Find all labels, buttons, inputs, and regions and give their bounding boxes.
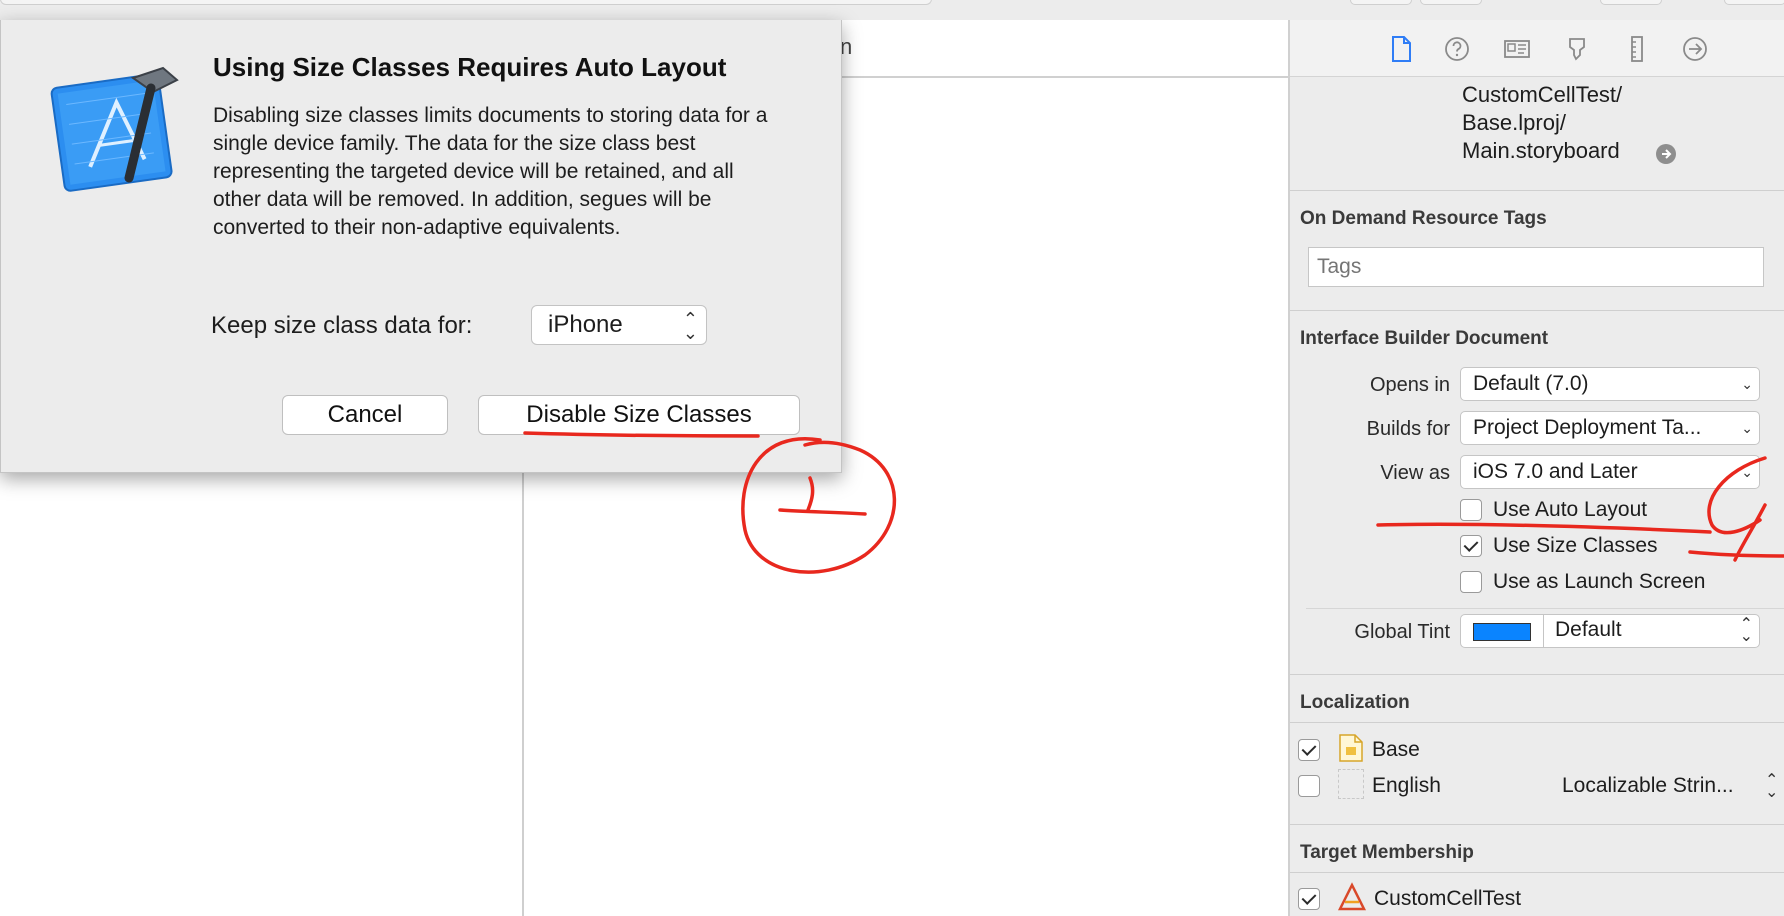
toolbar-segment[interactable]	[1724, 0, 1784, 5]
opens-in-popup[interactable]: Default (7.0) ⌄	[1460, 367, 1760, 401]
reveal-in-finder-icon[interactable]	[1655, 143, 1677, 165]
use-auto-layout-label: Use Auto Layout	[1493, 498, 1648, 521]
global-tint-value: Default	[1555, 618, 1622, 641]
toolbar-right	[1290, 0, 1784, 20]
empty-file-icon	[1338, 769, 1364, 799]
tint-divider	[1543, 615, 1544, 647]
device-family-value: iPhone	[548, 311, 623, 338]
localization-title: Localization	[1300, 692, 1410, 713]
editor-divider	[522, 470, 524, 916]
separator	[1290, 674, 1784, 675]
tint-color-swatch[interactable]	[1473, 623, 1531, 641]
full-path-line: CustomCellTest/	[1462, 82, 1623, 107]
identity-icon[interactable]	[1502, 34, 1532, 64]
help-icon[interactable]	[1442, 34, 1472, 64]
target-item-label: CustomCellTest	[1374, 887, 1522, 910]
full-path-line: Base.lproj/	[1462, 110, 1566, 135]
file-icon[interactable]	[1386, 34, 1416, 64]
localization-base-checkbox[interactable]	[1298, 739, 1320, 761]
disable-size-classes-button[interactable]: Disable Size Classes	[478, 395, 800, 435]
file-inspector: CustomCellTest/ Base.lproj/ Main.storybo…	[1290, 20, 1784, 916]
target-membership-title: Target Membership	[1300, 842, 1474, 863]
toolbar-segment[interactable]	[1350, 0, 1412, 5]
view-as-label: View as	[1380, 462, 1450, 484]
ib-document-title: Interface Builder Document	[1300, 328, 1549, 349]
editor-jump-bar: n	[840, 20, 1288, 78]
cancel-button[interactable]: Cancel	[282, 395, 448, 435]
chevron-down-icon: ⌄	[1741, 464, 1753, 480]
opens-in-value: Default (7.0)	[1473, 372, 1589, 395]
target-membership-checkbox[interactable]	[1298, 888, 1320, 910]
separator	[1290, 722, 1784, 723]
device-family-popup[interactable]: iPhone ⌃ ⌄	[531, 305, 707, 345]
chevron-down-icon: ⌄	[1741, 376, 1753, 392]
builds-for-popup[interactable]: Project Deployment Ta... ⌄	[1460, 411, 1760, 445]
global-tint-control[interactable]: Default ⌃ ⌄	[1460, 614, 1760, 648]
use-as-launch-screen-checkbox[interactable]	[1460, 571, 1482, 593]
toolbar-segment[interactable]	[1600, 0, 1662, 5]
alert-message: Disabling size classes limits documents …	[213, 104, 768, 239]
connections-icon[interactable]	[1680, 34, 1710, 64]
app-target-icon	[1337, 882, 1367, 911]
separator	[1290, 190, 1784, 191]
use-size-classes-checkbox[interactable]	[1460, 535, 1482, 557]
chevron-updown-icon: ⌃ ⌄	[1765, 772, 1779, 801]
separator	[1290, 872, 1784, 873]
storyboard-file-icon	[1339, 734, 1363, 762]
full-path-line: Main.storyboard	[1462, 138, 1620, 163]
toolbar-field	[0, 0, 932, 5]
chevron-updown-icon: ⌃ ⌄	[682, 309, 698, 343]
chevron-updown-icon: ⌃ ⌄	[1739, 616, 1753, 645]
global-tint-label: Global Tint	[1354, 621, 1450, 643]
localization-type-popup[interactable]: Localizable Strin...	[1562, 774, 1762, 798]
separator	[1290, 824, 1784, 825]
alert-title: Using Size Classes Requires Auto Layout	[213, 52, 727, 82]
builds-for-value: Project Deployment Ta...	[1473, 416, 1702, 439]
tags-input[interactable]	[1308, 247, 1764, 287]
keep-data-label: Keep size class data for:	[211, 312, 473, 339]
view-as-popup[interactable]: iOS 7.0 and Later ⌄	[1460, 455, 1760, 489]
inspector-tabs	[1290, 20, 1784, 77]
on-demand-title: On Demand Resource Tags	[1300, 208, 1547, 229]
toolbar-segment[interactable]	[1420, 0, 1482, 5]
localization-item-label: English	[1372, 774, 1441, 797]
localization-english-checkbox[interactable]	[1298, 775, 1320, 797]
use-auto-layout-checkbox[interactable]	[1460, 499, 1482, 521]
size-icon[interactable]	[1622, 34, 1652, 64]
use-size-classes-label: Use Size Classes	[1493, 534, 1658, 557]
opens-in-label: Opens in	[1369, 374, 1450, 396]
size-classes-alert: Using Size Classes Requires Auto Layout …	[0, 20, 842, 473]
view-as-value: iOS 7.0 and Later	[1473, 460, 1638, 483]
localization-item-label: Base	[1372, 738, 1420, 761]
separator	[1290, 310, 1784, 311]
builds-for-label: Builds for	[1366, 418, 1450, 440]
use-as-launch-screen-label: Use as Launch Screen	[1493, 570, 1706, 593]
chevron-down-icon: ⌄	[1741, 420, 1753, 436]
digit-mark-1	[778, 476, 867, 516]
attributes-icon[interactable]	[1562, 34, 1592, 64]
xcode-hammer-icon	[50, 66, 179, 192]
toolbar	[0, 0, 1290, 21]
separator	[1306, 608, 1784, 609]
